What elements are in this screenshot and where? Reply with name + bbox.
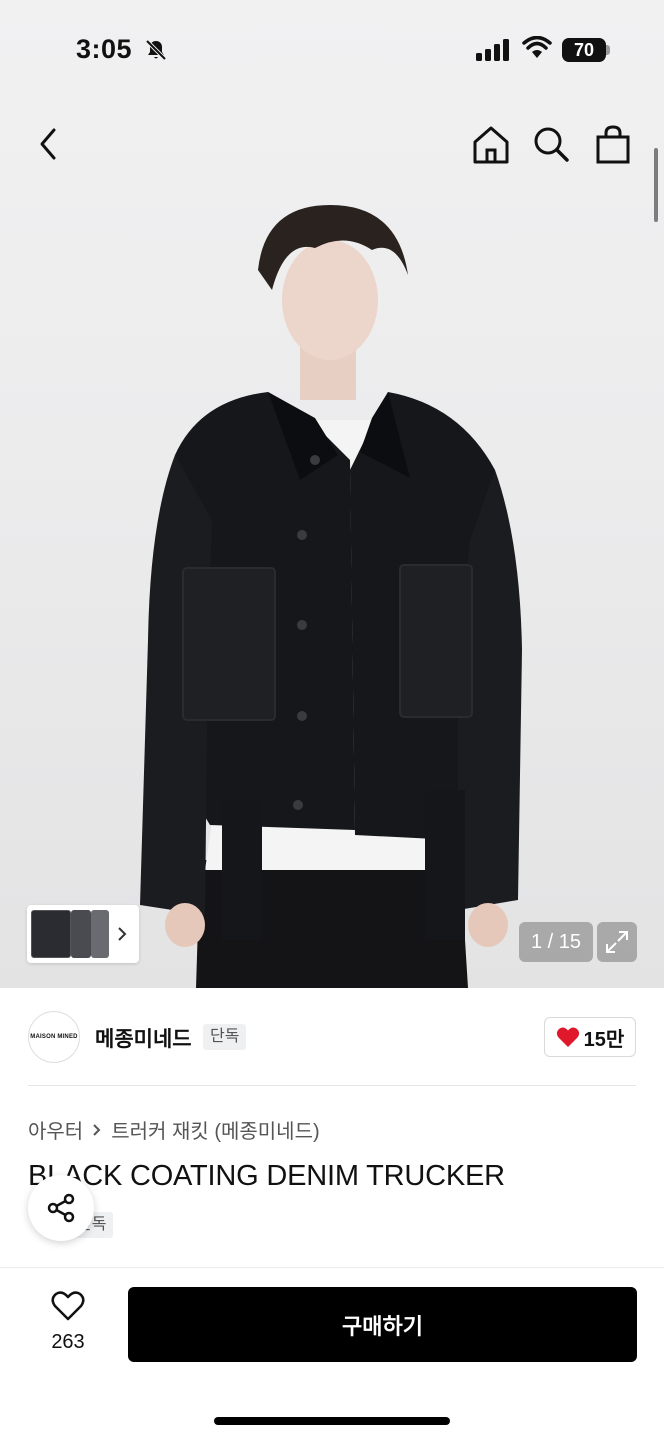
shopping-bag-icon xyxy=(596,125,630,164)
product-title: BLACK COATING DENIM TRUCKER xyxy=(28,1160,505,1192)
brand-logo[interactable]: MAISON MINED xyxy=(28,1011,80,1063)
bottom-bar-divider xyxy=(0,1267,664,1268)
breadcrumb: 아우터 트러커 재킷 (메종미네드) xyxy=(28,1115,320,1144)
thumbnail-1[interactable] xyxy=(31,910,71,958)
signal-icon xyxy=(476,39,509,61)
breadcrumb-subcategory[interactable]: 트러커 재킷 (메종미네드) xyxy=(111,1115,319,1144)
wishlist-button[interactable]: 263 xyxy=(36,1290,100,1354)
cart-button[interactable] xyxy=(589,120,637,168)
search-button[interactable] xyxy=(527,120,575,168)
brand-name[interactable]: 메종미네드 xyxy=(95,1023,192,1053)
thumbnail-strip[interactable] xyxy=(27,905,139,963)
wishlist-count: 263 xyxy=(51,1331,85,1353)
home-indicator xyxy=(214,1417,450,1425)
thumbnail-2[interactable] xyxy=(71,910,91,958)
product-image-gallery[interactable]: 3:05 70 1 / 15 xyxy=(0,0,664,988)
back-button[interactable] xyxy=(24,120,72,168)
share-icon xyxy=(47,1193,75,1223)
back-arrow-icon xyxy=(40,128,56,160)
status-bar: 3:05 70 xyxy=(0,0,664,100)
exclusive-badge: 단독 xyxy=(203,1024,247,1050)
home-icon xyxy=(473,126,509,164)
heart-icon xyxy=(51,1291,85,1321)
home-button[interactable] xyxy=(467,120,515,168)
expand-button[interactable] xyxy=(597,922,637,962)
expand-icon xyxy=(606,931,628,953)
breadcrumb-category[interactable]: 아우터 xyxy=(28,1115,83,1144)
thumbnail-3[interactable] xyxy=(91,910,109,958)
scroll-indicator xyxy=(654,148,658,222)
heart-icon xyxy=(556,1027,579,1047)
search-icon xyxy=(534,127,569,162)
battery-indicator: 70 xyxy=(562,38,606,62)
wifi-icon xyxy=(522,36,552,58)
divider xyxy=(28,1085,636,1086)
status-time: 3:05 xyxy=(76,34,133,64)
battery-level: 70 xyxy=(573,40,595,60)
share-button[interactable] xyxy=(28,1175,94,1241)
brand-like-button[interactable]: 15만 xyxy=(544,1017,636,1057)
image-counter: 1 / 15 xyxy=(519,922,593,962)
chevron-right-icon xyxy=(118,927,127,941)
bell-slash-icon xyxy=(145,39,167,61)
brand-like-count: 15만 xyxy=(583,1028,625,1051)
buy-button[interactable]: 구매하기 xyxy=(128,1287,637,1362)
chevron-right-icon xyxy=(93,1123,101,1136)
battery-tip xyxy=(606,45,610,55)
